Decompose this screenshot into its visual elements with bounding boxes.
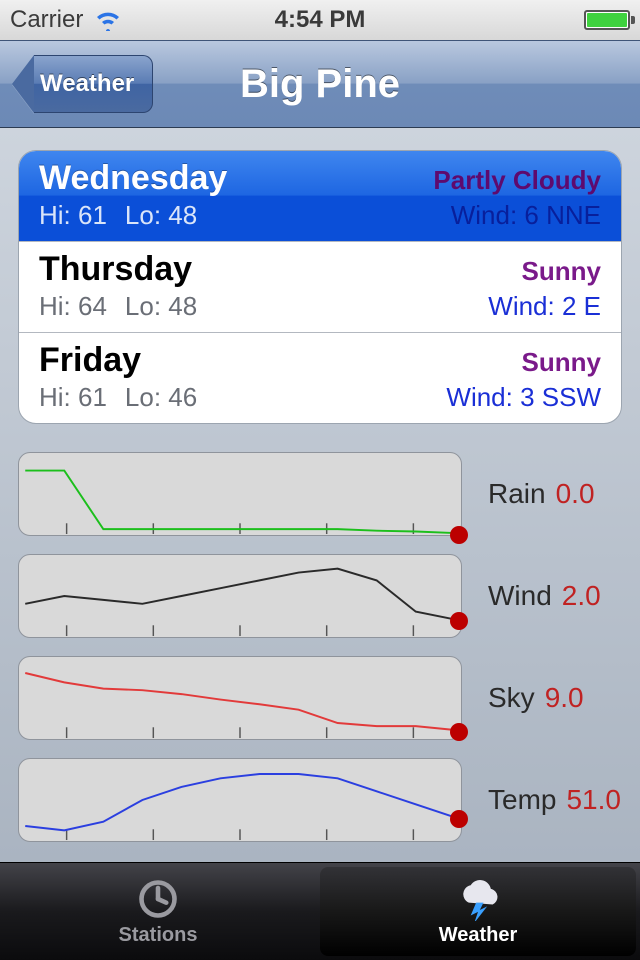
sparkline bbox=[19, 657, 461, 739]
chart-label: Sky9.0 bbox=[462, 656, 622, 740]
forecast-row[interactable]: Friday Sunny Hi: 61Lo: 46 Wind: 3 SSW bbox=[19, 333, 621, 423]
forecast-row[interactable]: Thursday Sunny Hi: 64Lo: 48 Wind: 2 E bbox=[19, 242, 621, 333]
charts-area: Rain0.0 Wind2.0 Sky9.0 bbox=[18, 452, 622, 842]
chart-plot bbox=[18, 656, 462, 740]
page-title: Big Pine bbox=[240, 62, 400, 107]
day-name: Thursday bbox=[39, 250, 192, 289]
day-condition: Sunny bbox=[522, 256, 601, 287]
chart-label: Temp51.0 bbox=[462, 758, 622, 842]
day-hilo: Hi: 64Lo: 48 bbox=[39, 291, 197, 322]
chart-label: Wind2.0 bbox=[462, 554, 622, 638]
day-name: Wednesday bbox=[39, 159, 227, 198]
storm-cloud-icon bbox=[450, 876, 506, 922]
day-wind: Wind: 3 SSW bbox=[446, 382, 601, 413]
tab-bar: Stations Weather bbox=[0, 862, 640, 960]
day-wind: Wind: 6 NNE bbox=[451, 200, 601, 231]
wifi-icon bbox=[93, 9, 123, 31]
back-arrow-icon bbox=[12, 55, 34, 113]
battery-icon bbox=[584, 10, 630, 30]
chart-plot bbox=[18, 452, 462, 536]
current-dot-icon bbox=[450, 723, 468, 741]
forecast-list: Wednesday Partly Cloudy Hi: 61Lo: 48 Win… bbox=[18, 150, 622, 424]
forecast-row[interactable]: Wednesday Partly Cloudy Hi: 61Lo: 48 Win… bbox=[19, 151, 621, 242]
chart-sky[interactable]: Sky9.0 bbox=[18, 656, 622, 740]
day-name: Friday bbox=[39, 341, 141, 380]
day-wind: Wind: 2 E bbox=[488, 291, 601, 322]
navigation-bar: Weather Big Pine bbox=[0, 40, 640, 128]
chart-wind[interactable]: Wind2.0 bbox=[18, 554, 622, 638]
day-condition: Partly Cloudy bbox=[433, 165, 601, 196]
day-hilo: Hi: 61Lo: 46 bbox=[39, 382, 197, 413]
tab-label: Stations bbox=[119, 924, 198, 947]
content-area: Wednesday Partly Cloudy Hi: 61Lo: 48 Win… bbox=[0, 128, 640, 862]
sparkline bbox=[19, 555, 461, 637]
tab-stations[interactable]: Stations bbox=[0, 863, 316, 960]
tab-label: Weather bbox=[439, 924, 518, 947]
chart-plot bbox=[18, 554, 462, 638]
chart-temp[interactable]: Temp51.0 bbox=[18, 758, 622, 842]
sparkline bbox=[19, 759, 461, 841]
back-button[interactable]: Weather bbox=[12, 55, 153, 113]
day-hilo: Hi: 61Lo: 48 bbox=[39, 200, 197, 231]
clock-icon bbox=[130, 876, 186, 922]
chart-rain[interactable]: Rain0.0 bbox=[18, 452, 622, 536]
sparkline bbox=[19, 453, 461, 535]
chart-label: Rain0.0 bbox=[462, 452, 622, 536]
back-button-label: Weather bbox=[34, 55, 153, 113]
day-condition: Sunny bbox=[522, 347, 601, 378]
carrier-label: Carrier bbox=[10, 6, 83, 34]
current-dot-icon bbox=[450, 612, 468, 630]
chart-plot bbox=[18, 758, 462, 842]
current-dot-icon bbox=[450, 810, 468, 828]
status-bar: Carrier 4:54 PM bbox=[0, 0, 640, 40]
current-dot-icon bbox=[450, 526, 468, 544]
tab-weather[interactable]: Weather bbox=[320, 867, 636, 956]
